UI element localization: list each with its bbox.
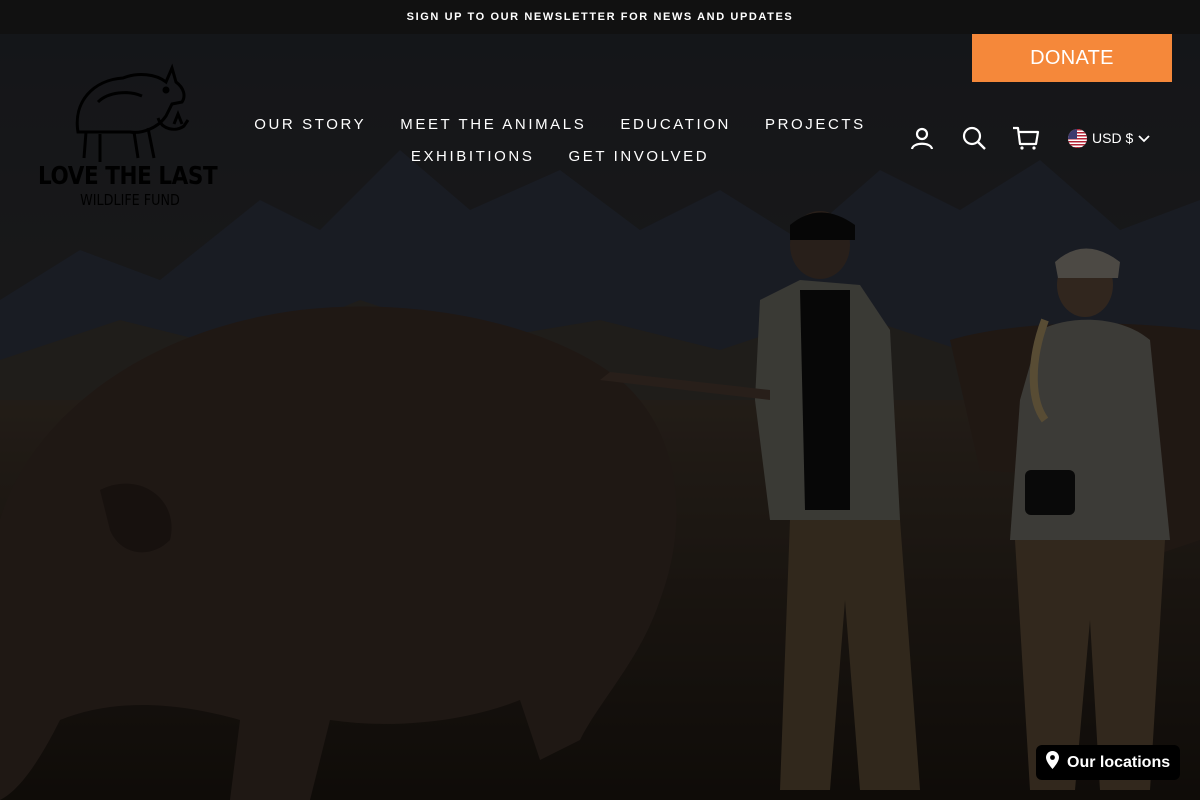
cart-icon[interactable] <box>1012 124 1040 152</box>
search-icon[interactable] <box>960 124 988 152</box>
logo-title: LOVE THE LAST <box>38 161 218 190</box>
site-logo[interactable]: LOVE THE LAST WILDLIFE FUND <box>38 62 222 212</box>
us-flag-icon <box>1068 128 1087 148</box>
nav-item-projects[interactable]: PROJECTS <box>748 116 883 133</box>
newsletter-announcement-bar[interactable]: SIGN UP TO OUR NEWSLETTER FOR NEWS AND U… <box>0 0 1200 34</box>
map-pin-icon <box>1046 751 1059 774</box>
nav-item-exhibitions[interactable]: EXHIBITIONS <box>394 148 552 165</box>
main-navigation: OUR STORY MEET THE ANIMALS EDUCATION PRO… <box>240 108 880 172</box>
rhino-logo-icon <box>75 63 190 162</box>
nav-item-meet-the-animals[interactable]: MEET THE ANIMALS <box>383 116 603 133</box>
logo-subtitle: WILDLIFE FUND <box>80 191 180 209</box>
nav-item-get-involved[interactable]: GET INVOLVED <box>551 148 726 165</box>
nav-row-primary: OUR STORY MEET THE ANIMALS EDUCATION PRO… <box>240 108 880 140</box>
announcement-text: SIGN UP TO OUR NEWSLETTER FOR NEWS AND U… <box>406 11 794 23</box>
locations-label: Our locations <box>1067 753 1171 771</box>
nav-item-our-story[interactable]: OUR STORY <box>237 116 383 133</box>
nav-item-education[interactable]: EDUCATION <box>603 116 748 133</box>
chevron-down-icon <box>1138 130 1150 146</box>
header-icons: USD $ <box>908 124 1150 152</box>
account-icon[interactable] <box>908 124 936 152</box>
currency-label: USD $ <box>1092 130 1134 146</box>
donate-button[interactable]: DONATE <box>972 34 1172 82</box>
nav-row-secondary: EXHIBITIONS GET INVOLVED <box>240 140 880 172</box>
our-locations-button[interactable]: Our locations <box>1036 745 1180 780</box>
currency-selector[interactable]: USD $ <box>1068 128 1150 148</box>
